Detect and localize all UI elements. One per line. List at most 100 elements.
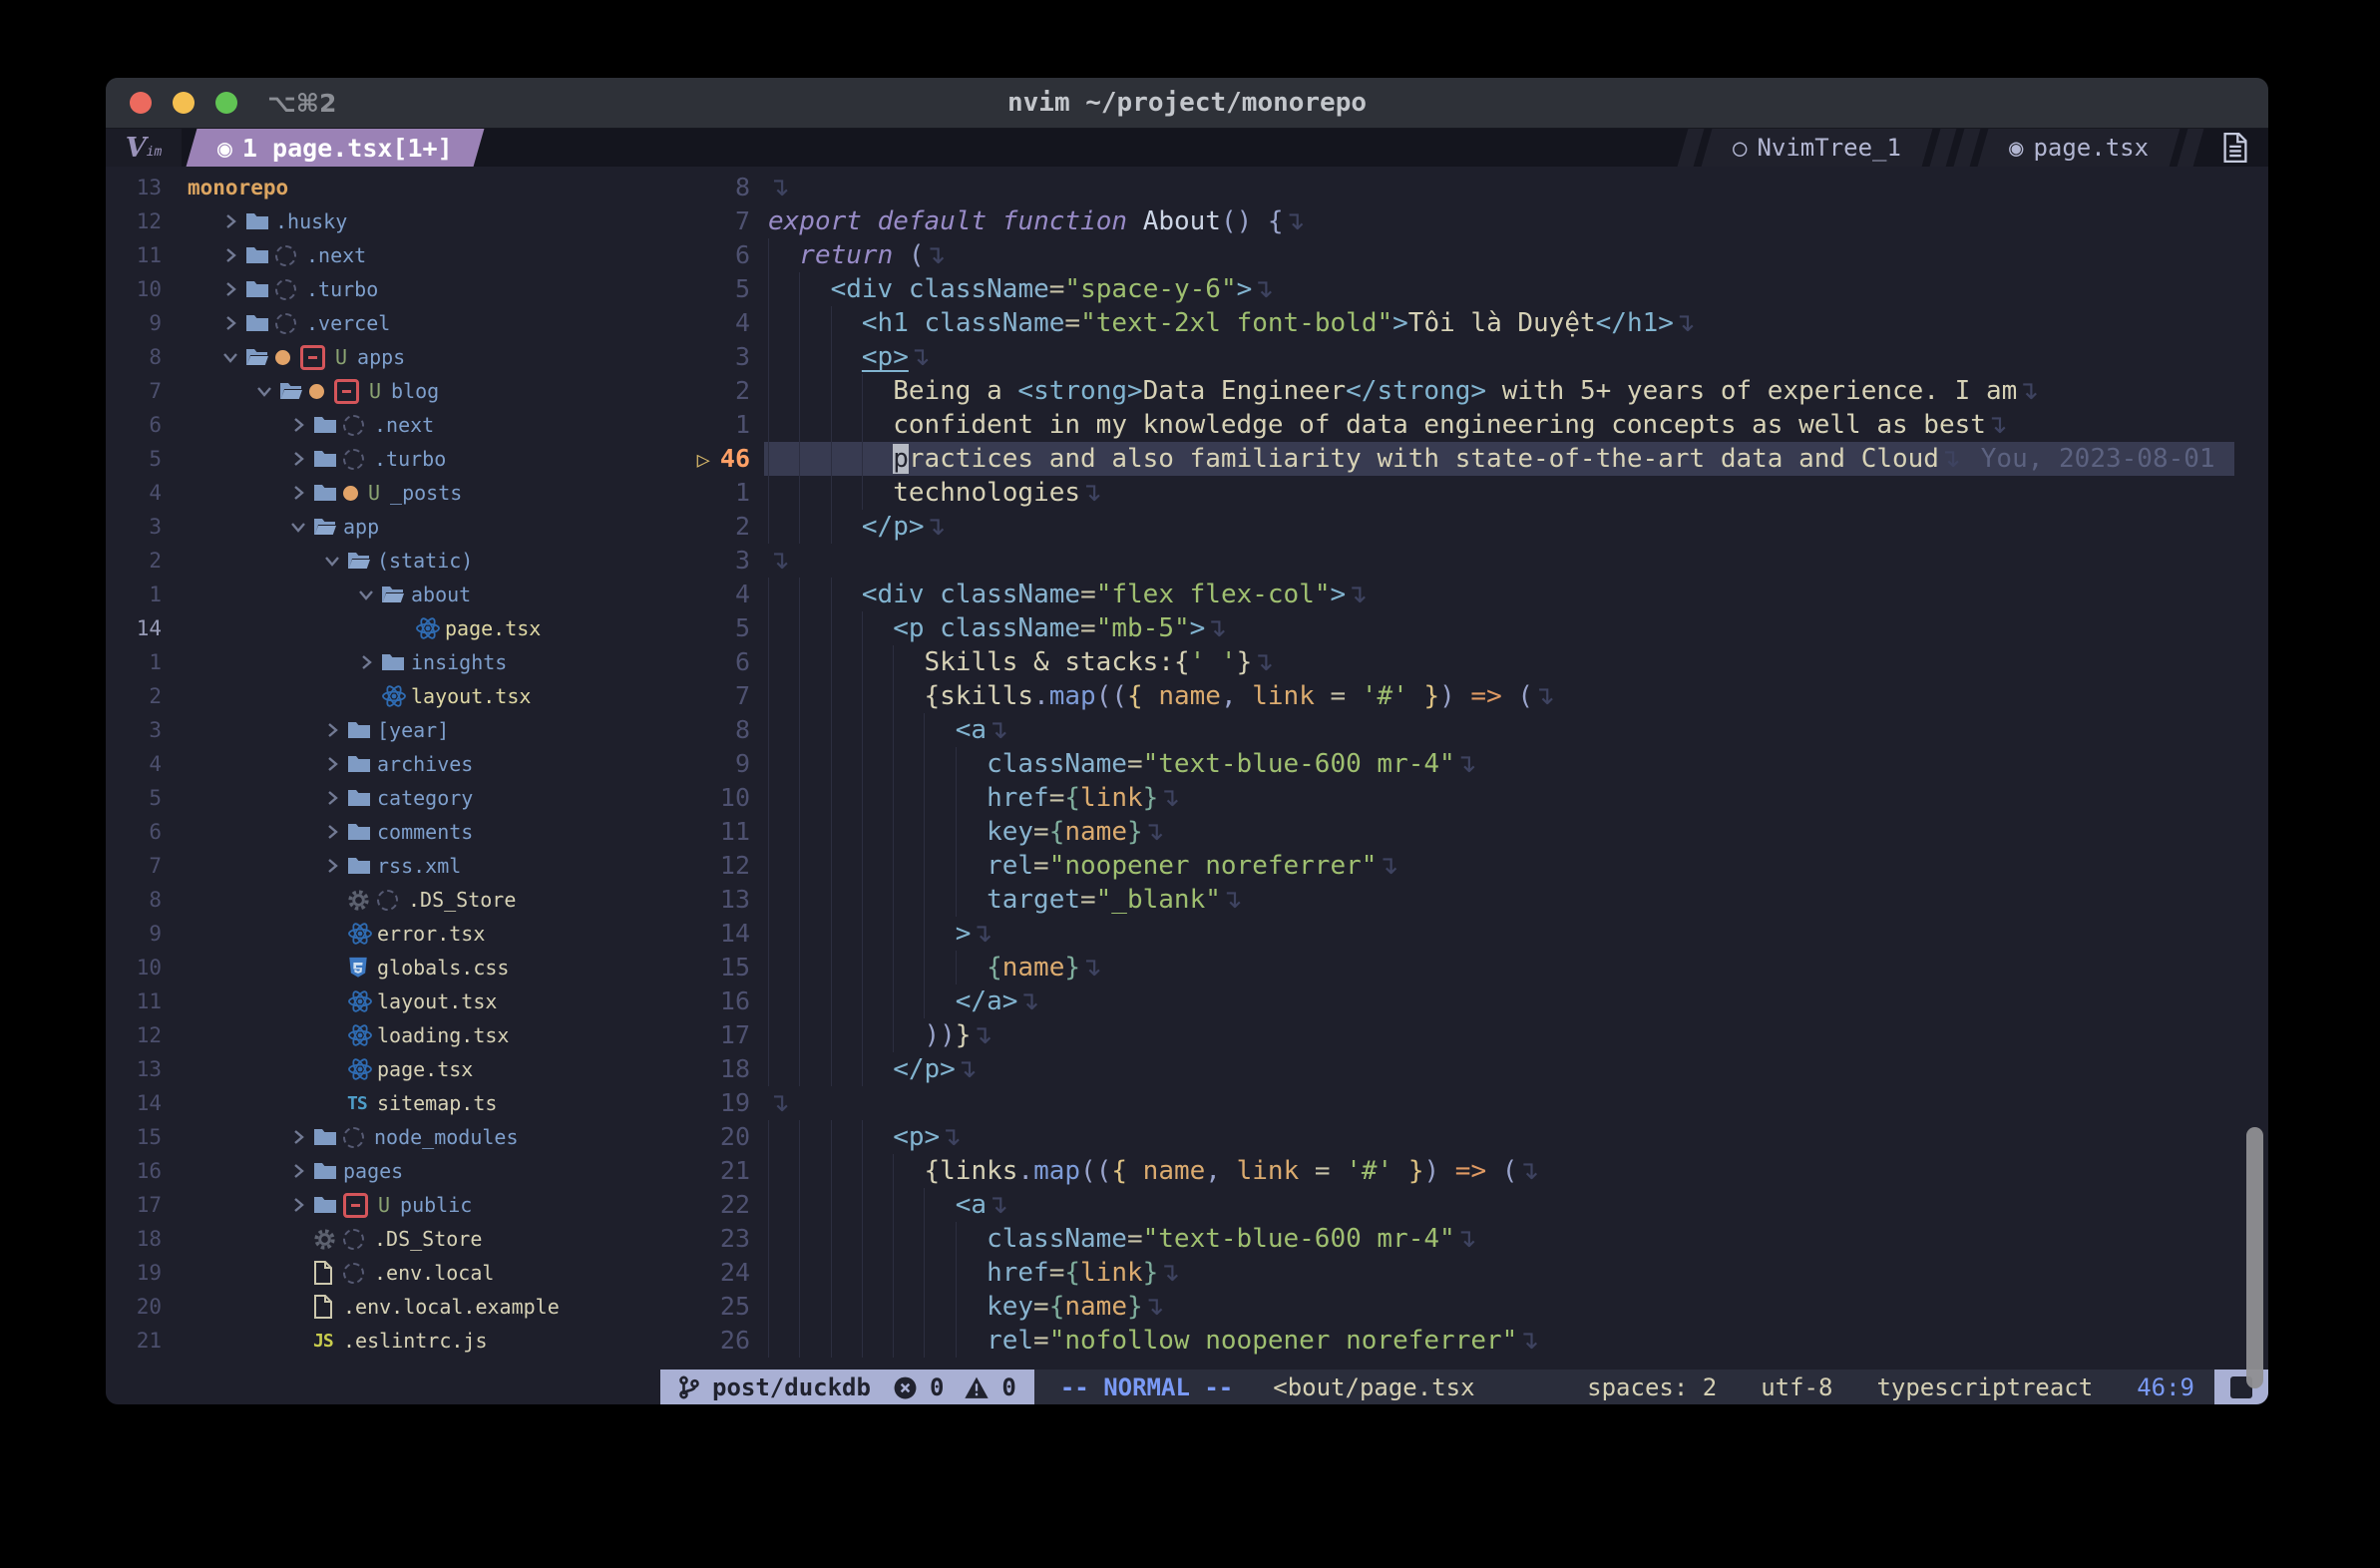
tree-row[interactable]: 19.env.local: [106, 1256, 660, 1290]
code-line[interactable]: 19↴: [660, 1086, 2268, 1120]
code-line[interactable]: 4 <div className="flex flex-col">↴: [660, 578, 2268, 611]
tree-row[interactable]: 17Upublic: [106, 1188, 660, 1222]
tree-row[interactable]: 18.DS_Store: [106, 1222, 660, 1256]
code-line[interactable]: ▷46 practices and also familiarity with …: [660, 442, 2268, 476]
code-line-content: <p className="mb-5">↴: [768, 613, 1227, 643]
code-line[interactable]: 4 <h1 className="text-2xl font-bold">Tôi…: [660, 306, 2268, 340]
tree-row[interactable]: 12.husky: [106, 204, 660, 238]
code-line[interactable]: 2 Being a <strong>Data Engineer</strong>…: [660, 374, 2268, 408]
tree-row[interactable]: 2(static): [106, 544, 660, 578]
folder-open-icon: [381, 585, 411, 604]
indent-guide: [924, 815, 955, 849]
minimize-button[interactable]: [173, 92, 195, 114]
code-line[interactable]: 21 {links.map(({ name, link = '#' }) => …: [660, 1154, 2268, 1188]
code-token: {: [1127, 681, 1158, 711]
tree-row[interactable]: 20.env.local.example: [106, 1290, 660, 1324]
tree-row[interactable]: 9.vercel: [106, 306, 660, 340]
indent-guide: [831, 781, 862, 815]
close-button[interactable]: [130, 92, 152, 114]
code-editor[interactable]: 8↴7export default function About() {↴6 r…: [660, 167, 2268, 1404]
code-line[interactable]: 17 ))}↴: [660, 1018, 2268, 1052]
tab-page-tsx-active[interactable]: ◉1 page.tsx[1+]: [187, 129, 485, 167]
indent-guide: [956, 883, 987, 917]
scrollbar-thumb[interactable]: [2246, 1127, 2263, 1388]
tree-row[interactable]: 21JS.eslintrc.js: [106, 1324, 660, 1358]
indent-guide: [831, 917, 862, 951]
tree-row[interactable]: 1insights: [106, 645, 660, 679]
tree-line-number: 17: [106, 1193, 162, 1217]
tree-row[interactable]: 11.next: [106, 238, 660, 272]
code-line[interactable]: 8 <a↴: [660, 713, 2268, 747]
code-line[interactable]: 11 key={name}↴: [660, 815, 2268, 849]
code-line[interactable]: 23 className="text-blue-600 mr-4"↴: [660, 1222, 2268, 1256]
tree-row[interactable]: 13monorepo: [106, 171, 660, 204]
tree-row[interactable]: 3app: [106, 510, 660, 544]
code-line[interactable]: 25 key={name}↴: [660, 1290, 2268, 1324]
indent-guide: [893, 917, 924, 951]
code-line[interactable]: 24 href={link}↴: [660, 1256, 2268, 1290]
tree-row[interactable]: 8Uapps: [106, 340, 660, 374]
code-line[interactable]: 20 <p>↴: [660, 1120, 2268, 1154]
code-token: <p: [893, 613, 924, 643]
tree-line-number: 14: [106, 1091, 162, 1115]
code-line[interactable]: 7 {skills.map(({ name, link = '#' }) => …: [660, 679, 2268, 713]
tab-nvimtree[interactable]: ○NvimTree_1: [1702, 129, 1933, 167]
document-icon[interactable]: [2202, 129, 2268, 167]
line-number: 10: [660, 781, 750, 815]
tree-row[interactable]: 1about: [106, 578, 660, 611]
code-line[interactable]: 26 rel="nofollow noopener noreferrer"↴: [660, 1324, 2268, 1358]
code-line[interactable]: 13 target="_blank"↴: [660, 883, 2268, 917]
code-line[interactable]: 5 <div className="space-y-6">↴: [660, 272, 2268, 306]
tree-row[interactable]: 4archives: [106, 747, 660, 781]
code-token: =: [1080, 613, 1096, 643]
indent-guide: [831, 645, 862, 679]
tree-row[interactable]: 10globals.css: [106, 951, 660, 984]
tree-row[interactable]: 14page.tsx: [106, 611, 660, 645]
tree-row[interactable]: 2layout.tsx: [106, 679, 660, 713]
tree-row[interactable]: 8.DS_Store: [106, 883, 660, 917]
tree-row[interactable]: 6.next: [106, 408, 660, 442]
tree-row[interactable]: 13page.tsx: [106, 1052, 660, 1086]
tree-row[interactable]: 6comments: [106, 815, 660, 849]
code-line[interactable]: 6 return (↴: [660, 238, 2268, 272]
tree-row[interactable]: 14TSsitemap.ts: [106, 1086, 660, 1120]
tree-row[interactable]: 7rss.xml: [106, 849, 660, 883]
code-line[interactable]: 3 <p>↴: [660, 340, 2268, 374]
tree-row[interactable]: 3[year]: [106, 713, 660, 747]
typescript-icon: TS: [347, 1093, 377, 1114]
code-line[interactable]: 14 >↴: [660, 917, 2268, 951]
code-line[interactable]: 7export default function About() {↴: [660, 204, 2268, 238]
code-line[interactable]: 12 rel="noopener noreferrer"↴: [660, 849, 2268, 883]
code-line[interactable]: 18 </p>↴: [660, 1052, 2268, 1086]
tree-row[interactable]: 10.turbo: [106, 272, 660, 306]
code-line[interactable]: 16 </a>↴: [660, 984, 2268, 1018]
tree-row[interactable]: 11layout.tsx: [106, 984, 660, 1018]
code-line[interactable]: 6 Skills & stacks:{' '}↴: [660, 645, 2268, 679]
tree-row[interactable]: 4U_posts: [106, 476, 660, 510]
code-line[interactable]: 22 <a↴: [660, 1188, 2268, 1222]
fold-marker-icon[interactable]: ▷: [697, 448, 710, 473]
code-token: '#': [1346, 1156, 1392, 1186]
code-token: link: [1252, 681, 1315, 711]
code-line[interactable]: 9 className="text-blue-600 mr-4"↴: [660, 747, 2268, 781]
zoom-button[interactable]: [215, 92, 237, 114]
tree-row[interactable]: 15node_modules: [106, 1120, 660, 1154]
tab-page-tsx[interactable]: ◉page.tsx: [1978, 129, 2181, 167]
tree-row[interactable]: 5.turbo: [106, 442, 660, 476]
titlebar[interactable]: ⌥⌘2 nvim ~/project/monorepo: [106, 78, 2268, 129]
tree-row[interactable]: 12loading.tsx: [106, 1018, 660, 1052]
code-line[interactable]: 8↴: [660, 171, 2268, 204]
code-line[interactable]: 1 confident in my knowledge of data engi…: [660, 408, 2268, 442]
code-line[interactable]: 15 {name}↴: [660, 951, 2268, 984]
code-line[interactable]: 5 <p className="mb-5">↴: [660, 611, 2268, 645]
tree-row[interactable]: 7Ublog: [106, 374, 660, 408]
tree-row[interactable]: 16pages: [106, 1154, 660, 1188]
code-token: ): [1439, 681, 1455, 711]
code-line[interactable]: 2 </p>↴: [660, 510, 2268, 544]
tree-row[interactable]: 9error.tsx: [106, 917, 660, 951]
code-line[interactable]: 1 technologies↴: [660, 476, 2268, 510]
tree-row[interactable]: 5category: [106, 781, 660, 815]
code-line[interactable]: 3↴: [660, 544, 2268, 578]
tree-line-number: 12: [106, 1023, 162, 1047]
code-line[interactable]: 10 href={link}↴: [660, 781, 2268, 815]
